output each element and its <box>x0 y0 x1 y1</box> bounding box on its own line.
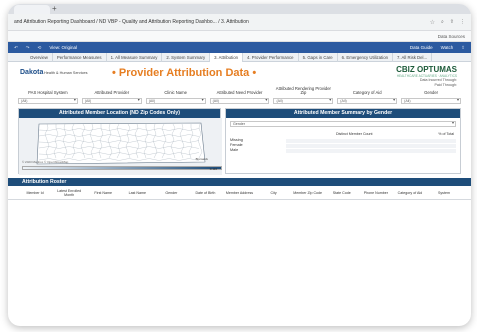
map-panel-title: Attributed Member Location (ND Zip Codes… <box>19 109 220 118</box>
share-icon[interactable]: ⇪ <box>450 19 454 25</box>
filter-2: Clinic Name (All) <box>145 86 206 106</box>
date-labels: Data Incurred Through: Paid Through: <box>419 78 457 87</box>
filter-1: Attributed Provider (All) <box>81 86 142 106</box>
roster-col-12[interactable]: System <box>427 191 461 195</box>
breadcrumb[interactable]: and Attribution Reporting Dashboard / ND… <box>14 19 424 25</box>
tableau-toolbar: ↶ ↷ ⟲ View: Original Data Guide Watch ⇪ <box>8 42 471 53</box>
roster-col-5[interactable]: Date of Birth <box>188 191 222 195</box>
gender-columns: Distinct Member Count % of Total <box>336 132 454 136</box>
gender-select[interactable]: Gender <box>230 121 456 127</box>
map-legend-max: 0.116 <box>209 167 217 171</box>
logo: Dakota <box>20 69 44 76</box>
page-title: • Provider Attribution Data • <box>112 67 257 79</box>
filter-label: Category of Aid <box>352 90 382 96</box>
data-guide-button[interactable]: Data Guide <box>410 45 433 50</box>
menu-icon[interactable]: ⋮ <box>460 19 465 25</box>
tab-2[interactable]: 1. All Measure Summary <box>107 52 163 62</box>
tab-1[interactable]: Performance Measures <box>53 52 107 62</box>
filter-label: PAS Hospital System <box>28 90 68 96</box>
roster-col-0[interactable]: Member Id <box>18 191 52 195</box>
filter-select[interactable]: (All) <box>145 98 206 104</box>
data-sources-link[interactable]: Data Sources <box>438 34 465 39</box>
filter-5: Category of Aid (All) <box>337 86 398 106</box>
map-city-label: Bismarck <box>195 157 208 161</box>
gender-row-label: Male <box>230 148 239 152</box>
tab-0[interactable]: Overview <box>26 52 53 62</box>
revert-icon[interactable]: ⟲ <box>38 45 42 51</box>
tab-8[interactable]: 7. All Risk Del... <box>393 52 433 62</box>
roster-col-9[interactable]: State Code <box>325 191 359 195</box>
col-distinct-count[interactable]: Distinct Member Count <box>336 132 373 136</box>
roster-col-2[interactable]: First Name <box>86 191 120 195</box>
roster-body[interactable] <box>8 200 471 300</box>
dashboard-header: Dakota Health & Human Services • Provide… <box>8 62 471 87</box>
tab-4[interactable]: 3. Attribution <box>210 52 243 62</box>
roster-col-6[interactable]: Member Address <box>222 191 256 195</box>
filter-label: Attributed Provider <box>94 90 130 96</box>
address-bar: and Attribution Reporting Dashboard / ND… <box>8 14 471 31</box>
filter-select[interactable]: (All) <box>209 98 270 104</box>
watch-button[interactable]: Watch <box>441 45 454 50</box>
gender-panel: Attributed Member Summary by Gender Gend… <box>225 108 461 174</box>
filter-4: Attributed Rendering Provider Zip (All) <box>273 85 334 106</box>
logo-subtitle: Health & Human Services <box>44 71 88 75</box>
gender-row-value <box>286 148 456 153</box>
tab-6[interactable]: 5. Gaps in Care <box>299 52 338 62</box>
filter-label: Gender <box>424 90 439 96</box>
roster-header: Member Id Latest Enrolled Month First Name… <box>8 186 471 200</box>
undo-icon[interactable]: ↶ <box>14 45 18 51</box>
tab-7[interactable]: 6. Emergency Utilization <box>338 52 393 62</box>
table-row[interactable]: Male <box>230 148 456 153</box>
search-icon[interactable]: ⌕ <box>441 19 444 25</box>
roster-title: Attribution Roster <box>8 178 471 186</box>
filter-label: Clinic Name <box>164 90 187 96</box>
col-pct-total[interactable]: % of Total <box>438 132 454 136</box>
filter-0: PAS Hospital System (All) <box>18 86 78 106</box>
gender-rows: Missing Female Male <box>230 138 456 153</box>
roster-col-7[interactable]: City <box>257 191 291 195</box>
view-original-button[interactable]: View: Original <box>49 45 77 50</box>
filter-3: Attributed Need Provider (All) <box>209 86 270 106</box>
map-copyright: © 2023 Mapbox © OpenStreetMap <box>22 160 69 164</box>
roster-col-1[interactable]: Latest Enrolled Month <box>52 189 86 197</box>
filter-select[interactable]: (All) <box>401 98 462 104</box>
filter-select[interactable]: (All) <box>81 98 142 104</box>
panels: Attributed Member Location (ND Zip Codes… <box>8 108 471 175</box>
partner-logo: CBIZ OPTUMAS <box>396 65 457 74</box>
browser-tab[interactable] <box>14 5 50 14</box>
browser-tabstrip: + <box>8 4 471 14</box>
browser-window: + and Attribution Reporting Dashboard / … <box>8 4 471 326</box>
filter-select[interactable]: (All) <box>337 98 398 104</box>
gender-row-value <box>286 143 456 148</box>
bookmarks-bar: Data Sources <box>8 31 471 42</box>
gender-panel-title: Attributed Member Summary by Gender <box>226 109 460 118</box>
browser-actions: ⌕ ⇪ ⋮ <box>441 19 465 25</box>
filter-bar: PAS Hospital System(All)Attributed Provi… <box>8 86 471 106</box>
redo-icon[interactable]: ↷ <box>26 45 30 51</box>
filter-label: Attributed Need Provider <box>216 90 263 96</box>
dashboard-tabs: Overview Performance Measures 1. All Measu… <box>8 52 471 62</box>
new-tab-icon[interactable]: + <box>52 4 57 13</box>
filter-6: Gender (All) <box>401 86 462 106</box>
roster-col-8[interactable]: Member Zip Code <box>291 191 325 195</box>
roster-col-4[interactable]: Gender <box>154 191 188 195</box>
share-icon[interactable]: ⇪ <box>461 45 465 51</box>
star-icon[interactable]: ☆ <box>430 19 435 26</box>
roster-col-10[interactable]: Phone Number <box>359 191 393 195</box>
tab-5[interactable]: 4. Provider Performance <box>243 52 299 62</box>
map-canvas[interactable]: Bismarck © 2023 Mapbox © OpenStreetMap 0… <box>19 118 222 175</box>
tab-3[interactable]: 2. System Summary <box>162 52 211 62</box>
filter-label: Attributed Rendering Provider Zip <box>275 85 331 96</box>
gender-row-value <box>286 138 456 143</box>
map-legend <box>22 166 222 170</box>
filter-select[interactable]: (All) <box>273 98 334 104</box>
filter-select[interactable]: (All) <box>18 98 78 104</box>
roster-col-11[interactable]: Category of Aid <box>393 191 427 195</box>
roster-col-3[interactable]: Last Name <box>120 191 154 195</box>
map-panel: Attributed Member Location (ND Zip Codes… <box>18 108 222 175</box>
